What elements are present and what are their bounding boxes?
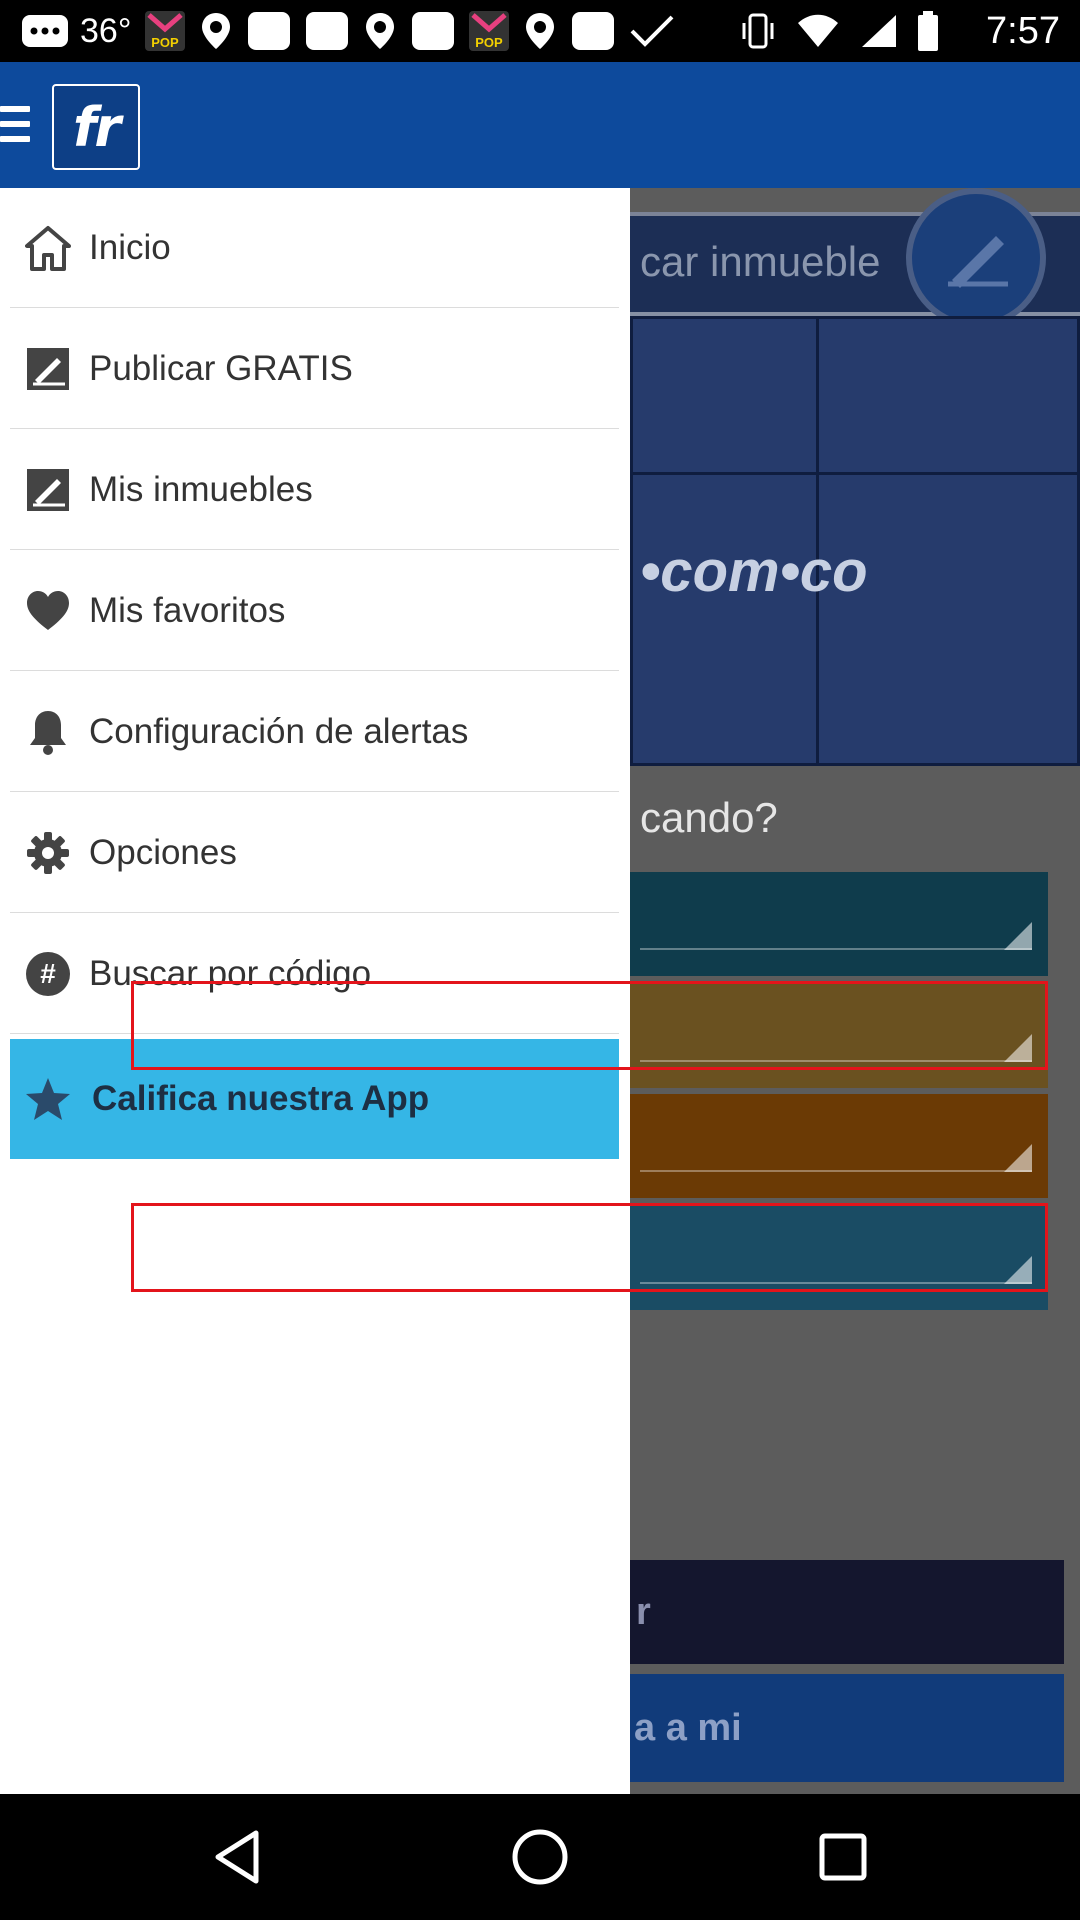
battery-icon: [918, 11, 938, 51]
drawer-item-configuracion-alertas[interactable]: Configuración de alertas: [10, 672, 619, 792]
clock-text: 7:57: [986, 10, 1060, 52]
blank-square-icon: [572, 12, 615, 50]
hero-tile: [630, 472, 820, 766]
publish-icon: [24, 345, 72, 393]
status-bar: 36° POP POP 7:57: [0, 0, 1080, 62]
status-notification-icons: 36° POP POP: [20, 8, 675, 54]
hero-tile: [630, 316, 820, 476]
hero-tile: [816, 316, 1080, 476]
publish-fab-icon: [906, 188, 1046, 328]
drawer-item-mis-favoritos[interactable]: Mis favoritos: [10, 551, 619, 671]
drawer-item-mis-inmuebles[interactable]: Mis inmuebles: [10, 430, 619, 550]
gear-icon: [24, 829, 72, 877]
app-bar: fr: [0, 62, 1080, 188]
back-icon[interactable]: [204, 1824, 270, 1890]
near-me-button: a a mi: [630, 1674, 1064, 1782]
blank-square-icon: [248, 12, 291, 50]
drawer-item-inicio[interactable]: Inicio: [10, 188, 619, 308]
hero-tile: [816, 472, 1080, 766]
svg-text:POP: POP: [476, 35, 504, 50]
location-pin-icon: [202, 13, 231, 49]
vibrate-icon: [742, 13, 774, 49]
app-logo[interactable]: fr: [52, 84, 140, 170]
home-nav-icon[interactable]: [507, 1824, 573, 1890]
status-system-icons: [738, 8, 940, 54]
search-button: r: [630, 1560, 1064, 1664]
location-pin-icon: [526, 13, 555, 49]
blank-square-icon: [412, 12, 455, 50]
location-pin-icon: [366, 13, 395, 49]
drawer-item-label: Califica nuestra App: [92, 1079, 430, 1118]
bell-icon: [24, 708, 72, 756]
message-icon: [22, 15, 68, 47]
highlight-box: [131, 981, 1048, 1070]
pop-app-icon: POP: [469, 11, 510, 51]
select-operation: [630, 872, 1048, 976]
wifi-icon: [798, 14, 838, 47]
highlight-box: [131, 1203, 1048, 1292]
star-icon: [24, 1075, 72, 1123]
menu-icon[interactable]: [0, 106, 30, 142]
check-icon: [631, 15, 674, 47]
drawer-item-label: Publicar GRATIS: [89, 348, 353, 388]
select-department: [630, 1094, 1048, 1198]
drawer-item-label: Mis inmuebles: [89, 469, 313, 509]
svg-text:POP: POP: [152, 35, 180, 50]
hero-brand-text: •com•co: [640, 539, 868, 604]
temperature-text: 36°: [80, 11, 132, 50]
drawer-item-label: Inicio: [89, 227, 171, 267]
blank-square-icon: [306, 12, 349, 50]
system-navigation-bar: [0, 1794, 1080, 1920]
drawer-item-publicar-gratis[interactable]: Publicar GRATIS: [10, 309, 619, 429]
signal-icon: [862, 15, 896, 47]
publish-icon: [24, 466, 72, 514]
search-placeholder-text: car inmueble: [640, 238, 881, 285]
home-icon: [24, 224, 72, 272]
drawer-item-label: Mis favoritos: [89, 590, 286, 630]
hash-icon: #: [24, 950, 72, 998]
heart-icon: [24, 587, 72, 635]
drawer-item-label: Configuración de alertas: [89, 711, 469, 751]
search-question-text: cando?: [640, 794, 778, 841]
drawer-item-label: Opciones: [89, 832, 237, 872]
drawer-item-opciones[interactable]: Opciones: [10, 793, 619, 913]
pop-app-icon: POP: [145, 11, 186, 51]
svg-text:#: #: [40, 958, 56, 989]
recents-icon[interactable]: [810, 1824, 876, 1890]
